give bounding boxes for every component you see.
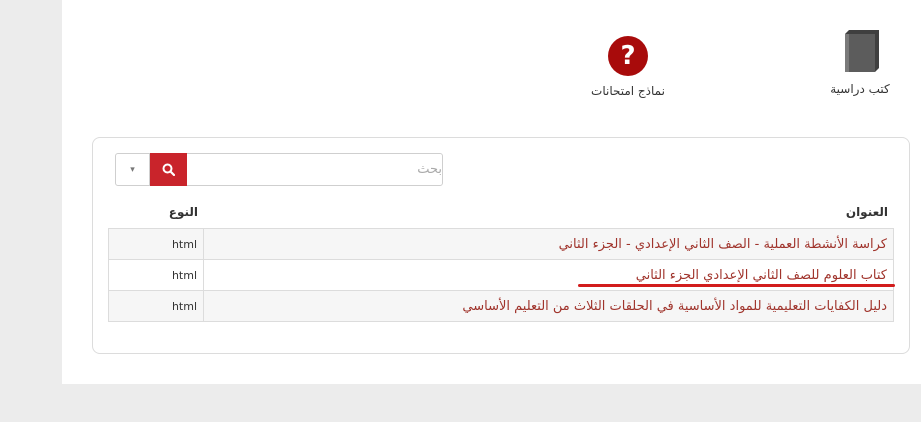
row-type: html (108, 259, 204, 291)
category-exam-models[interactable]: ? نماذج امتحانات (578, 36, 678, 98)
row-type: html (108, 290, 204, 322)
results-table: html كراسة الأنشطة العملية - الصف الثاني… (108, 228, 894, 322)
row-title-link[interactable]: دليل الكفايات التعليمية للمواد الأساسية … (203, 290, 894, 322)
search-options-dropdown[interactable]: ▾ (116, 154, 150, 185)
search-bar: ▾ (115, 153, 446, 186)
column-header-title[interactable]: العنوان (846, 205, 888, 219)
chevron-down-icon: ▾ (130, 164, 135, 175)
search-icon (162, 163, 175, 176)
question-icon: ? (608, 36, 648, 76)
table-row: html كراسة الأنشطة العملية - الصف الثاني… (108, 228, 894, 260)
table-row: html دليل الكفايات التعليمية للمواد الأس… (108, 290, 894, 322)
row-title-link[interactable]: كراسة الأنشطة العملية - الصف الثاني الإع… (203, 228, 894, 260)
search-button[interactable] (150, 153, 187, 186)
category-textbooks[interactable]: كتب دراسية (818, 30, 902, 96)
book-icon (845, 30, 879, 72)
highlight-underline (578, 284, 895, 287)
row-type: html (108, 228, 204, 260)
search-input[interactable] (188, 154, 446, 185)
column-header-type[interactable]: النوع (169, 205, 198, 219)
category-label: نماذج امتحانات (591, 84, 665, 98)
category-label: كتب دراسية (830, 82, 890, 96)
